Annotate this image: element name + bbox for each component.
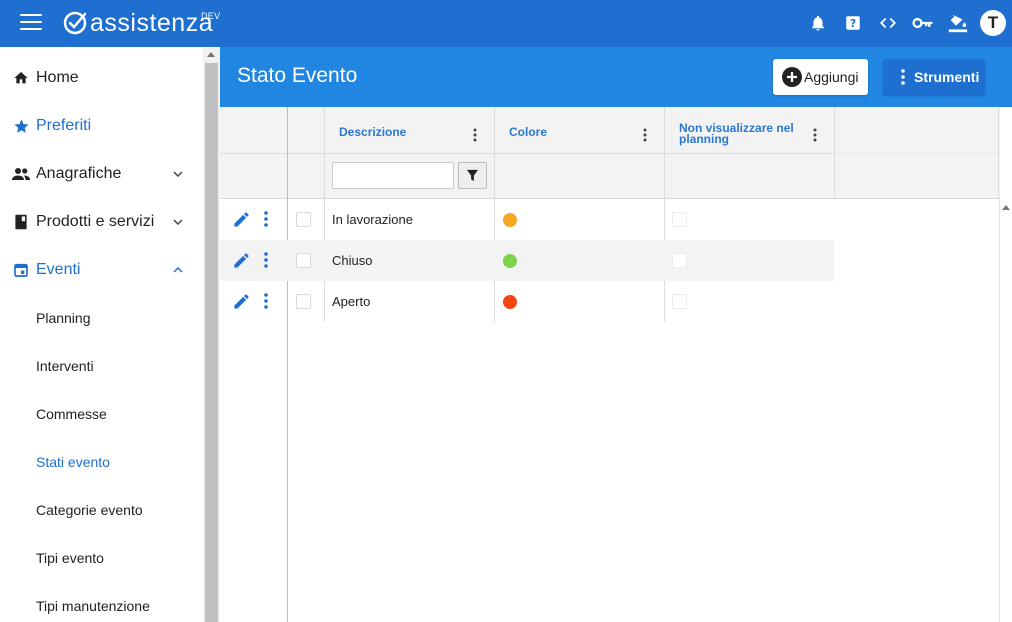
people-icon [12,165,30,183]
column-header-non-visualizzare[interactable]: Non visualizzare nel planning [679,122,794,146]
non-visualizzare-checkbox [672,253,687,268]
paint-bucket-icon[interactable] [945,10,971,36]
page-header: Stato Evento Aggiungi Strumenti [220,47,1012,107]
sidebar-item-label: Eventi [36,261,81,278]
sidebar-subitem-stati-evento[interactable]: Stati evento [0,438,203,486]
column-header-descrizione[interactable]: Descrizione [339,126,406,138]
pencil-icon[interactable] [232,210,251,229]
sidebar-subitem-interventi[interactable]: Interventi [0,342,203,390]
plus-circle-icon [782,67,802,87]
sidebar-item-label: Preferiti [36,117,92,134]
data-grid: Descrizione Colore Non visualizzare nel … [220,107,1012,622]
pencil-icon[interactable] [232,292,251,311]
column-header-line: planning [679,132,729,146]
grid-header: Descrizione Colore Non visualizzare nel … [220,107,1000,199]
sidebar-item-eventi[interactable]: Eventi [0,246,203,294]
sidebar-item-prodotti-servizi[interactable]: Prodotti e servizi [0,198,203,246]
calendar-icon [12,261,30,279]
sidebar-item-label: Anagrafiche [36,165,122,182]
sidebar-subitem-label: Categorie evento [36,502,143,518]
sidebar-subitem-tipi-evento[interactable]: Tipi evento [0,534,203,582]
chevron-down-icon [173,171,183,178]
home-icon [12,69,30,87]
row-select-checkbox[interactable] [296,294,311,309]
more-vertical-icon[interactable] [264,211,268,227]
env-badge: DEV [201,11,221,21]
row-select-checkbox[interactable] [296,212,311,227]
svg-text:?: ? [850,18,856,30]
column-header-colore[interactable]: Colore [509,126,547,138]
cell-descrizione: Aperto [332,294,371,309]
sidebar-subitem-label: Tipi manutenzione [36,598,150,614]
sidebar-scrollbar[interactable] [203,47,220,622]
sidebar-subitem-label: Tipi evento [36,550,104,566]
star-icon [12,117,30,135]
sidebar-subitem-label: Interventi [36,358,94,374]
sidebar-subitem-planning[interactable]: Planning [0,294,203,342]
sidebar-item-anagrafiche[interactable]: Anagrafiche [0,150,203,198]
more-vertical-icon[interactable] [264,293,268,309]
bell-icon[interactable] [805,10,831,36]
color-swatch [503,254,517,268]
key-icon[interactable] [910,10,936,36]
tools-button-label: Strumenti [914,69,980,85]
color-swatch [503,295,517,309]
code-icon[interactable] [875,10,901,36]
sidebar-subitem-tipi-manutenzione[interactable]: Tipi manutenzione [0,582,203,622]
color-swatch [503,213,517,227]
column-menu-icon[interactable] [473,128,477,142]
sidebar-subitem-label: Commesse [36,406,107,422]
chevron-up-icon [173,266,183,273]
add-button[interactable]: Aggiungi [773,59,868,95]
top-actions: ? T [796,10,1006,36]
cell-descrizione: Chiuso [332,253,373,268]
menu-icon[interactable] [20,14,42,32]
sidebar-item-label: Prodotti e servizi [36,213,155,230]
non-visualizzare-checkbox [672,294,687,309]
non-visualizzare-checkbox [672,212,687,227]
scrollbar-thumb[interactable] [205,63,218,622]
grid-scrollbar[interactable] [999,199,1012,622]
more-vertical-icon[interactable] [264,252,268,268]
page-title: Stato Evento [237,64,358,87]
filter-icon [466,169,479,182]
user-avatar[interactable]: T [980,10,1006,36]
sidebar-subitem-label: Stati evento [36,454,110,470]
cell-descrizione: In lavorazione [332,212,413,227]
table-row[interactable]: In lavorazione [220,199,834,240]
help-icon[interactable]: ? [840,10,866,36]
sidebar-item-home[interactable]: Home [0,54,203,102]
logo-check-icon [63,11,87,35]
filter-button[interactable] [458,162,487,189]
scroll-up-arrow-icon[interactable] [1002,205,1010,210]
book-icon [12,213,30,231]
column-menu-icon[interactable] [643,128,647,142]
row-select-checkbox[interactable] [296,253,311,268]
sidebar-subitem-label: Planning [36,310,91,326]
scroll-up-arrow-icon[interactable] [207,52,215,57]
sidebar: Home Preferiti Anagrafiche Prodotti e se… [0,47,203,622]
logo-text: assistenza [90,9,214,37]
sidebar-item-label: Home [36,69,79,86]
top-app-bar: assistenza DEV ? T [0,0,1012,47]
table-row[interactable]: Aperto [220,281,834,322]
add-button-label: Aggiungi [804,69,859,85]
table-row[interactable]: Chiuso [220,240,834,281]
column-menu-icon[interactable] [813,128,817,142]
sidebar-subitem-commesse[interactable]: Commesse [0,390,203,438]
app-logo[interactable]: assistenza DEV [63,8,220,38]
more-vertical-icon [901,69,905,85]
chevron-down-icon [173,219,183,226]
sidebar-subitem-categorie-evento[interactable]: Categorie evento [0,486,203,534]
sidebar-item-preferiti[interactable]: Preferiti [0,102,203,150]
tools-button[interactable]: Strumenti [883,59,985,95]
descrizione-filter-input[interactable] [332,162,454,189]
pencil-icon[interactable] [232,251,251,270]
